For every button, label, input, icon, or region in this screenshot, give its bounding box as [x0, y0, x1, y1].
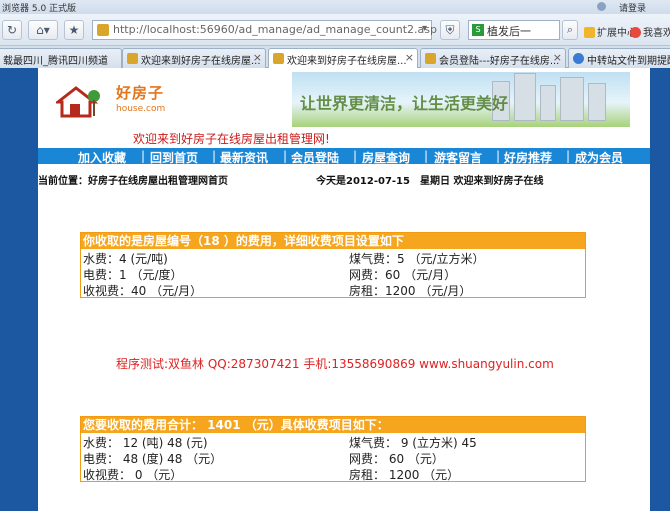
refresh-icon: ↻ — [6, 23, 18, 37]
site-icon — [97, 24, 109, 36]
heart-icon — [630, 27, 641, 38]
favorite-button[interactable]: ★ — [64, 20, 84, 40]
login-link[interactable]: 请登录 — [619, 1, 646, 14]
search-input[interactable]: 植发后一 — [487, 23, 531, 39]
menu-register[interactable]: 成为会员 — [575, 149, 623, 166]
welcome-text: 欢迎来到好房子在线房屋出租管理网! — [133, 132, 330, 146]
star-icon: ★ — [68, 23, 80, 37]
tester-info: 程序测试:双鱼林 QQ:287307421 手机:13558690869 www… — [116, 357, 554, 371]
menu-house-search[interactable]: 房屋查询 — [362, 149, 410, 166]
search-icon: ⌕ — [566, 23, 574, 36]
search-button[interactable]: ⌕ — [562, 20, 578, 40]
puzzle-icon — [584, 27, 595, 38]
fee-settings-header: 你收取的是房屋编号（18 ）的费用，详细收费项目设置如下 — [81, 233, 585, 249]
close-icon[interactable]: × — [405, 51, 414, 64]
fee-settings-panel: 你收取的是房屋编号（18 ）的费用，详细收费项目设置如下 水费：4 (元/吨) … — [80, 232, 586, 298]
tab-label: 中转站文件到期提醒 — [587, 56, 670, 67]
total-row: 收视费： 0 （元） 房租： 1200 （元） — [81, 465, 585, 482]
menu-guestbook[interactable]: 游客留言 — [434, 149, 482, 166]
logo-name: 好房子 — [116, 84, 165, 102]
tab-2[interactable]: 欢迎来到好房子在线房屋... × — [122, 48, 266, 68]
page-content: 好房子 house.com 让世界更清洁，让生活更美好 欢迎来到好房子在线房屋出… — [38, 68, 650, 511]
close-icon[interactable]: × — [553, 51, 562, 64]
browser-titlebar: 浏览器 5.0 正式版 请登录 — [0, 0, 670, 14]
search-box[interactable]: S 植发后一 — [468, 20, 560, 40]
total-row: 电费： 48 (度) 48 （元） 网费： 60 （元） — [81, 449, 585, 466]
address-bar[interactable]: http://localhost:56960/ad_manage/ad_mana… — [92, 20, 437, 40]
page-icon — [273, 53, 284, 64]
tv-total: 收视费： 0 （元） — [83, 468, 183, 482]
home-icon: ⌂▾ — [36, 23, 50, 37]
menu-member-login[interactable]: 会员登陆 — [291, 149, 339, 166]
fee-totals-panel: 您要收取的费用合计： 1401 （元）具体收费项目如下： 水费： 12 (吨) … — [80, 416, 586, 482]
menu-home[interactable]: 回到首页 — [150, 149, 198, 166]
breadcrumb: 当前位置：好房子在线房屋出租管理网首页 — [38, 176, 228, 187]
browser-toolbar: ↻ ⌂▾ ★ http://localhost:56960/ad_manage/… — [0, 14, 670, 46]
tab-label: 欢迎来到好房子在线房屋... — [287, 56, 407, 67]
tab-label: 欢迎来到好房子在线房屋... — [141, 56, 261, 67]
fee-row: 水费：4 (元/吨) 煤气费：5 （元/立方米） — [81, 249, 585, 266]
building-shape — [560, 77, 584, 121]
page-background: 好房子 house.com 让世界更清洁，让生活更美好 欢迎来到好房子在线房屋出… — [0, 68, 670, 511]
menu-separator: | — [141, 149, 146, 163]
banner-image: 让世界更清洁，让生活更美好 — [292, 72, 630, 127]
browser-title: 浏览器 5.0 正式版 — [2, 4, 77, 14]
like-button[interactable]: 我喜欢 — [630, 24, 670, 39]
building-shape — [540, 85, 556, 121]
total-row: 水费： 12 (吨) 48 (元) 煤气费： 9 (立方米) 45 — [81, 433, 585, 450]
logo-domain: house.com — [116, 104, 166, 114]
menu-separator: | — [353, 149, 358, 163]
page-icon — [425, 53, 436, 64]
menu-separator: | — [283, 149, 288, 163]
like-label: 我喜欢 — [643, 28, 670, 39]
fee-row: 收视费：40 （元/月） 房租：1200 （元/月） — [81, 281, 585, 298]
menu-separator: | — [424, 149, 429, 163]
chevron-down-icon[interactable]: ▾ — [422, 23, 427, 34]
close-icon[interactable]: × — [253, 51, 262, 64]
menu-recommend[interactable]: 好房推荐 — [504, 149, 552, 166]
user-icon — [597, 2, 606, 11]
banner-slogan: 让世界更清洁，让生活更美好 — [300, 94, 509, 113]
house-logo-icon — [56, 86, 100, 118]
tab-5[interactable]: 中转站文件到期提醒 — [568, 48, 670, 68]
address-url[interactable]: http://localhost:56960/ad_manage/ad_mana… — [113, 23, 437, 36]
menu-separator: | — [212, 149, 217, 163]
home-button[interactable]: ⌂▾ — [28, 20, 58, 40]
rent-fee: 房租：1200 （元/月） — [349, 284, 472, 298]
rent-total: 房租： 1200 （元） — [349, 468, 460, 482]
fee-row: 电费：1 （元/度） 网费：60 （元/月） — [81, 265, 585, 282]
building-shape — [514, 73, 536, 121]
page-icon — [573, 53, 584, 64]
search-engine-icon: S — [472, 24, 484, 36]
menu-separator: | — [566, 149, 571, 163]
site-logo[interactable]: 好房子 house.com — [56, 78, 186, 126]
shield-button[interactable]: ⛨ — [440, 20, 460, 40]
date-greeting: 今天是2012-07-15 星期日 欢迎来到好房子在线 — [316, 176, 544, 187]
tab-1[interactable]: 载最四川_腾讯四川频道 — [0, 48, 122, 68]
tab-label: 载最四川_腾讯四川频道 — [3, 56, 108, 67]
tab-3-active[interactable]: 欢迎来到好房子在线房屋... × — [268, 48, 418, 69]
shield-icon: ⛨ — [445, 23, 455, 37]
menu-separator: | — [496, 149, 501, 163]
site-menu: 加入收藏 | 回到首页 | 最新资讯 | 会员登陆 | 房屋查询 | 游客留言 … — [38, 148, 650, 166]
refresh-button[interactable]: ↻ — [2, 20, 22, 40]
tab-4[interactable]: 会员登陆---好房子在线房... × — [420, 48, 566, 68]
fee-totals-header: 您要收取的费用合计： 1401 （元）具体收费项目如下： — [81, 417, 585, 433]
menu-add-favorite[interactable]: 加入收藏 — [78, 149, 126, 166]
tab-label: 会员登陆---好房子在线房... — [439, 56, 560, 67]
building-shape — [588, 83, 606, 121]
tab-bar: 载最四川_腾讯四川频道 欢迎来到好房子在线房屋... × 欢迎来到好房子在线房屋… — [0, 46, 670, 69]
page-icon — [127, 53, 138, 64]
menu-news[interactable]: 最新资讯 — [220, 149, 268, 166]
tv-fee: 收视费：40 （元/月） — [83, 284, 203, 298]
